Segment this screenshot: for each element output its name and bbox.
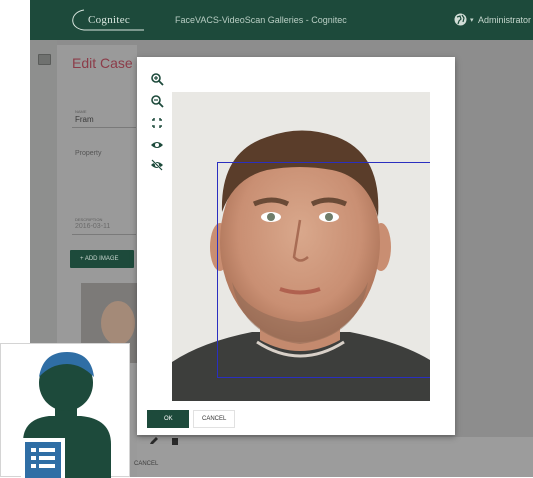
zoom-in-button[interactable] xyxy=(150,72,164,86)
add-image-button[interactable]: + ADD IMAGE xyxy=(70,250,134,268)
cognitec-logo[interactable]: Cognitec xyxy=(66,9,146,31)
gallery-icon[interactable] xyxy=(38,54,51,65)
name-field[interactable]: Fram xyxy=(75,115,94,124)
language-dropdown-caret-icon[interactable]: ▾ xyxy=(470,16,474,24)
ok-label: OK xyxy=(164,416,173,422)
thumbnail-face xyxy=(101,301,135,345)
property-field[interactable]: Property xyxy=(75,150,101,157)
globe-icon[interactable] xyxy=(454,13,467,26)
fit-to-screen-button[interactable] xyxy=(150,116,164,130)
page-cancel-button[interactable]: CANCEL xyxy=(131,455,167,473)
show-icon xyxy=(151,142,163,148)
trash-icon[interactable] xyxy=(171,437,179,445)
add-image-label: + ADD IMAGE xyxy=(80,256,119,262)
hide-icon xyxy=(151,159,163,171)
cancel-label: CANCEL xyxy=(202,416,227,422)
show-face-box-button[interactable] xyxy=(150,138,164,152)
logo-text: Cognitec xyxy=(88,14,131,26)
cancel-button[interactable]: CANCEL xyxy=(193,410,235,428)
description-field[interactable]: 2016-03-11 xyxy=(75,223,110,230)
image-toolbar xyxy=(137,437,533,477)
face-detection-box xyxy=(217,162,430,378)
pencil-icon[interactable] xyxy=(149,437,159,445)
person-list-icon xyxy=(21,352,111,478)
zoom-out-icon xyxy=(151,95,164,108)
page-title: Edit Case xyxy=(72,55,133,71)
name-field-underline xyxy=(72,127,136,128)
zoom-out-button[interactable] xyxy=(150,94,164,108)
name-field-label: NAME xyxy=(75,109,87,114)
app-title: FaceVACS-VideoScan Galleries - Cognitec xyxy=(175,15,347,25)
fit-to-screen-icon xyxy=(152,118,162,128)
face-photo[interactable] xyxy=(172,92,430,401)
hide-face-box-button[interactable] xyxy=(150,158,164,172)
app-icon-tile xyxy=(0,343,130,478)
zoom-in-icon xyxy=(151,73,164,86)
description-field-underline xyxy=(72,234,136,235)
ok-button[interactable]: OK xyxy=(147,410,189,428)
image-viewer-dialog: OK CANCEL xyxy=(137,57,455,435)
description-field-label: DESCRIPTION xyxy=(75,217,103,222)
page-cancel-label: CANCEL xyxy=(134,461,159,467)
app-header: Cognitec FaceVACS-VideoScan Galleries - … xyxy=(30,0,533,40)
user-menu[interactable]: Administrator ▾ xyxy=(478,15,533,26)
